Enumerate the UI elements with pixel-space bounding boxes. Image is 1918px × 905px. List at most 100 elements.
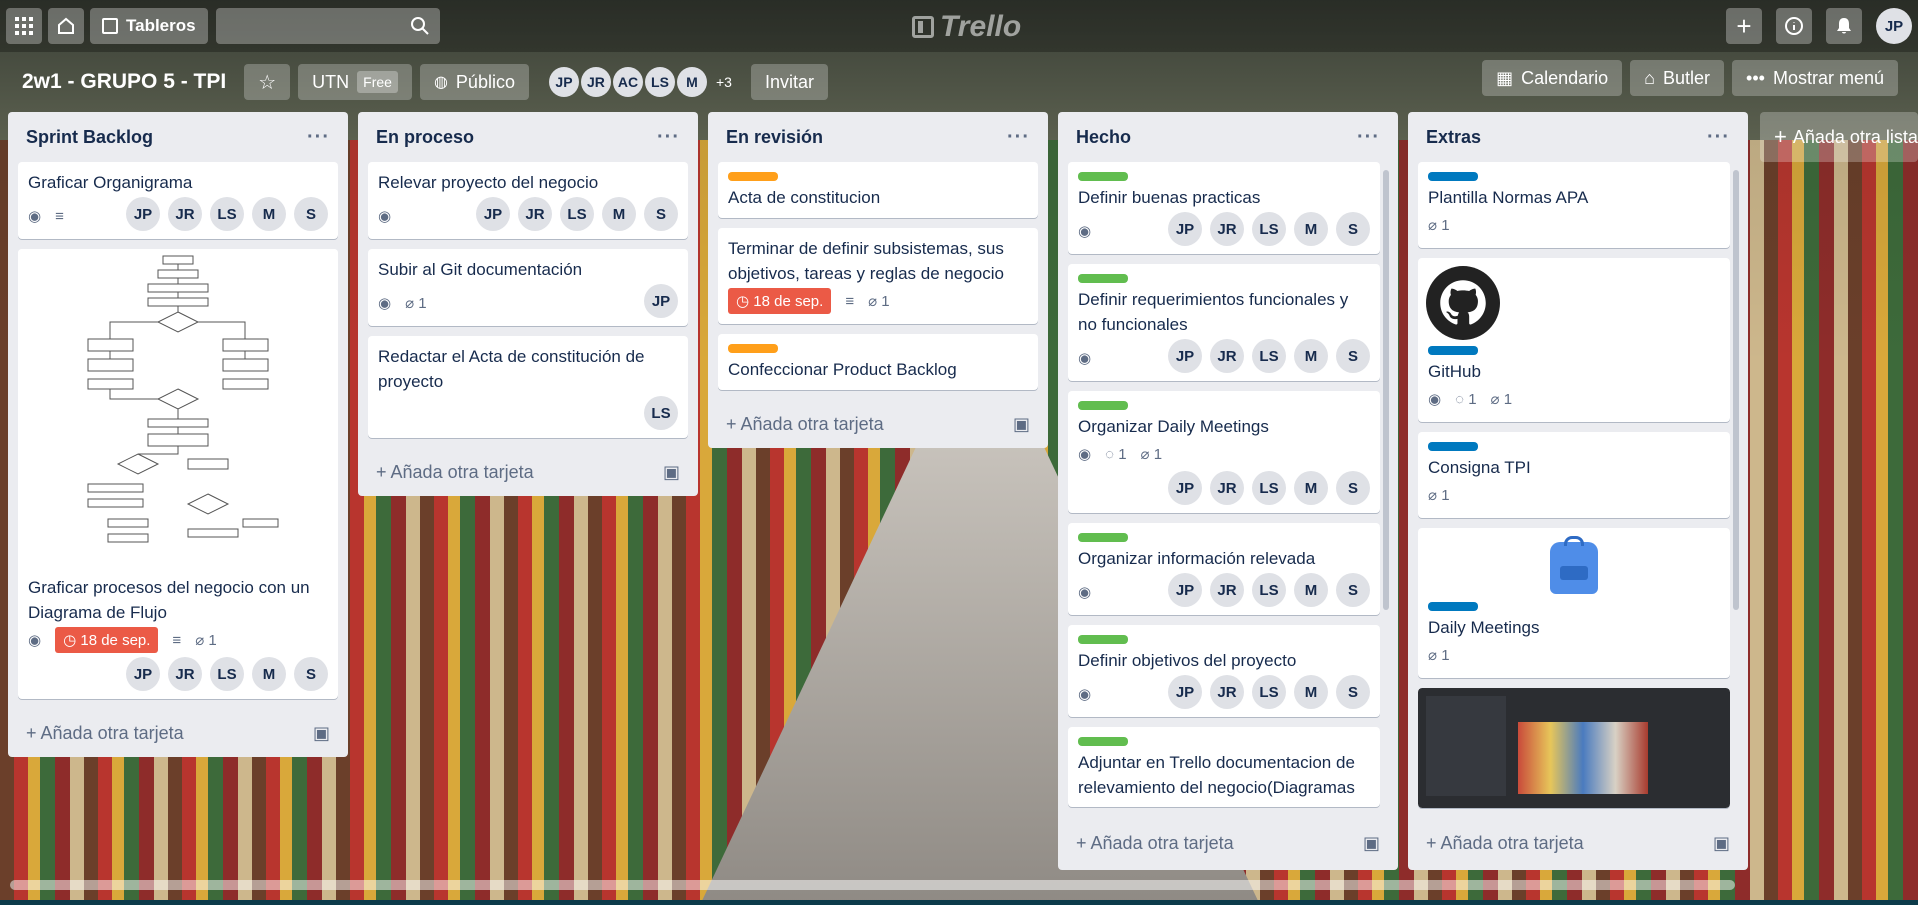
card-member[interactable]: JR bbox=[1210, 675, 1244, 709]
list-title[interactable]: En proceso bbox=[376, 127, 474, 148]
card[interactable]: Relevar proyecto del negocio ◉ JP JR LS … bbox=[368, 162, 688, 239]
due-date-badge[interactable]: ◷ 18 de sep. bbox=[728, 288, 832, 314]
card-member[interactable]: LS bbox=[1252, 675, 1286, 709]
card-label-orange[interactable] bbox=[728, 344, 778, 353]
search-input[interactable] bbox=[215, 8, 440, 44]
card-member[interactable]: M bbox=[602, 197, 636, 231]
card[interactable]: Organizar Daily Meetings ◉ ◌ 1 ⌀ 1 JP JR… bbox=[1068, 391, 1380, 513]
invite-button[interactable]: Invitar bbox=[750, 64, 828, 100]
card-member[interactable]: JP bbox=[126, 197, 160, 231]
create-plus-icon[interactable]: + bbox=[1726, 8, 1762, 44]
card[interactable]: Graficar procesos del negocio con un Dia… bbox=[18, 249, 338, 699]
card-member[interactable]: M bbox=[1294, 675, 1328, 709]
list-scrollbar[interactable] bbox=[1733, 170, 1739, 610]
butler-button[interactable]: ⌂ Butler bbox=[1630, 60, 1725, 96]
star-board-button[interactable]: ☆ bbox=[244, 64, 291, 100]
card-template-icon[interactable]: ▣ bbox=[1013, 414, 1030, 435]
card[interactable]: Terminar de definir subsistemas, sus obj… bbox=[718, 228, 1038, 324]
add-card-button[interactable]: + Añada otra tarjeta ▣ bbox=[18, 709, 338, 757]
card-member[interactable]: M bbox=[1294, 471, 1328, 505]
card[interactable]: Adjuntar en Trello documentacion de rele… bbox=[1068, 727, 1380, 807]
card-label-green[interactable] bbox=[1078, 635, 1128, 644]
card-member[interactable]: JP bbox=[1168, 675, 1202, 709]
card-template-icon[interactable]: ▣ bbox=[1363, 833, 1380, 854]
card-label-blue[interactable] bbox=[1428, 346, 1478, 355]
card-member[interactable]: LS bbox=[1252, 471, 1286, 505]
card[interactable]: Plantilla Normas APA ⌀ 1 bbox=[1418, 162, 1730, 248]
card-member[interactable]: JP bbox=[1168, 573, 1202, 607]
card[interactable] bbox=[1418, 688, 1730, 808]
member-avatar[interactable]: AC bbox=[612, 67, 643, 97]
card-label-green[interactable] bbox=[1078, 274, 1128, 283]
trello-logo[interactable]: Trello bbox=[912, 10, 1021, 44]
due-date-badge[interactable]: ◷ 18 de sep. bbox=[55, 627, 159, 653]
card-member[interactable]: JP bbox=[1168, 471, 1202, 505]
card-member[interactable]: S bbox=[294, 197, 328, 231]
list-menu-icon[interactable]: ··· bbox=[657, 126, 680, 149]
card-member[interactable]: LS bbox=[560, 197, 594, 231]
card-member[interactable]: JP bbox=[1168, 212, 1202, 246]
card-member[interactable]: S bbox=[294, 657, 328, 691]
card-template-icon[interactable]: ▣ bbox=[663, 462, 680, 483]
card[interactable]: Consigna TPI ⌀ 1 bbox=[1418, 432, 1730, 518]
boards-button[interactable]: Tableros bbox=[90, 8, 208, 44]
card-member[interactable]: S bbox=[644, 197, 678, 231]
card-label-green[interactable] bbox=[1078, 533, 1128, 542]
list-menu-icon[interactable]: ··· bbox=[1707, 126, 1730, 149]
card[interactable]: Confeccionar Product Backlog bbox=[718, 334, 1038, 390]
card-member[interactable]: JR bbox=[1210, 573, 1244, 607]
card-member[interactable]: S bbox=[1336, 471, 1370, 505]
member-avatar[interactable]: M bbox=[676, 67, 707, 97]
card-member[interactable]: LS bbox=[210, 657, 244, 691]
card-member[interactable]: S bbox=[1336, 339, 1370, 373]
add-list-button[interactable]: + Añada otra lista bbox=[1760, 112, 1918, 162]
show-menu-button[interactable]: ••• Mostrar menú bbox=[1732, 60, 1898, 96]
card-member[interactable]: JP bbox=[476, 197, 510, 231]
calendar-button[interactable]: ▦ Calendario bbox=[1482, 60, 1623, 96]
card-label-green[interactable] bbox=[1078, 401, 1128, 410]
card[interactable]: Daily Meetings ⌀ 1 bbox=[1418, 528, 1730, 678]
card-label-green[interactable] bbox=[1078, 172, 1128, 181]
card-member[interactable]: JR bbox=[1210, 471, 1244, 505]
card[interactable]: GitHub ◉ ◌ 1 ⌀ 1 bbox=[1418, 258, 1730, 422]
workspace-button[interactable]: UTN Free bbox=[298, 64, 412, 100]
list-menu-icon[interactable]: ··· bbox=[1357, 126, 1380, 149]
card-member[interactable]: LS bbox=[1252, 339, 1286, 373]
card-member[interactable]: LS bbox=[644, 396, 678, 430]
card[interactable]: Subir al Git documentación ◉ ⌀ 1 JP bbox=[368, 249, 688, 326]
card-member[interactable]: LS bbox=[210, 197, 244, 231]
list-title[interactable]: Hecho bbox=[1076, 127, 1131, 148]
card-member[interactable]: JP bbox=[1168, 339, 1202, 373]
board-title[interactable]: 2w1 - GRUPO 5 - TPI bbox=[22, 70, 226, 94]
card[interactable]: Acta de constitucion bbox=[718, 162, 1038, 218]
add-card-button[interactable]: + Añada otra tarjeta ▣ bbox=[1068, 818, 1388, 868]
member-avatar[interactable]: JR bbox=[580, 67, 611, 97]
card-member[interactable]: LS bbox=[1252, 573, 1286, 607]
card-member[interactable]: JP bbox=[126, 657, 160, 691]
list-title[interactable]: En revisión bbox=[726, 127, 823, 148]
card-member[interactable]: M bbox=[1294, 573, 1328, 607]
card[interactable]: Graficar Organigrama ◉ ≡ JP JR LS M S bbox=[18, 162, 338, 239]
card-member[interactable]: JR bbox=[168, 657, 202, 691]
card-label-green[interactable] bbox=[1078, 737, 1128, 746]
list-title[interactable]: Sprint Backlog bbox=[26, 127, 153, 148]
card-member[interactable]: M bbox=[1294, 339, 1328, 373]
add-card-button[interactable]: + Añada otra tarjeta ▣ bbox=[718, 400, 1038, 448]
visibility-button[interactable]: ◍ Público bbox=[419, 64, 529, 100]
card[interactable]: Definir requerimientos funcionales y no … bbox=[1068, 264, 1380, 381]
card[interactable]: Organizar información relevada ◉ JP JR L… bbox=[1068, 523, 1380, 615]
card-label-blue[interactable] bbox=[1428, 442, 1478, 451]
card[interactable]: Redactar el Acta de constitución de proy… bbox=[368, 336, 688, 438]
card-member[interactable]: S bbox=[1336, 573, 1370, 607]
add-card-button[interactable]: + Añada otra tarjeta ▣ bbox=[1418, 818, 1738, 868]
home-icon[interactable] bbox=[48, 8, 84, 44]
card-label-blue[interactable] bbox=[1428, 602, 1478, 611]
list-menu-icon[interactable]: ··· bbox=[307, 126, 330, 149]
card-template-icon[interactable]: ▣ bbox=[1713, 833, 1730, 854]
card-member[interactable]: M bbox=[1294, 212, 1328, 246]
card[interactable]: Definir buenas practicas ◉ JP JR LS M S bbox=[1068, 162, 1380, 254]
card-member[interactable]: M bbox=[252, 657, 286, 691]
add-card-button[interactable]: + Añada otra tarjeta ▣ bbox=[368, 448, 688, 496]
list-menu-icon[interactable]: ··· bbox=[1007, 126, 1030, 149]
card-member[interactable]: S bbox=[1336, 212, 1370, 246]
